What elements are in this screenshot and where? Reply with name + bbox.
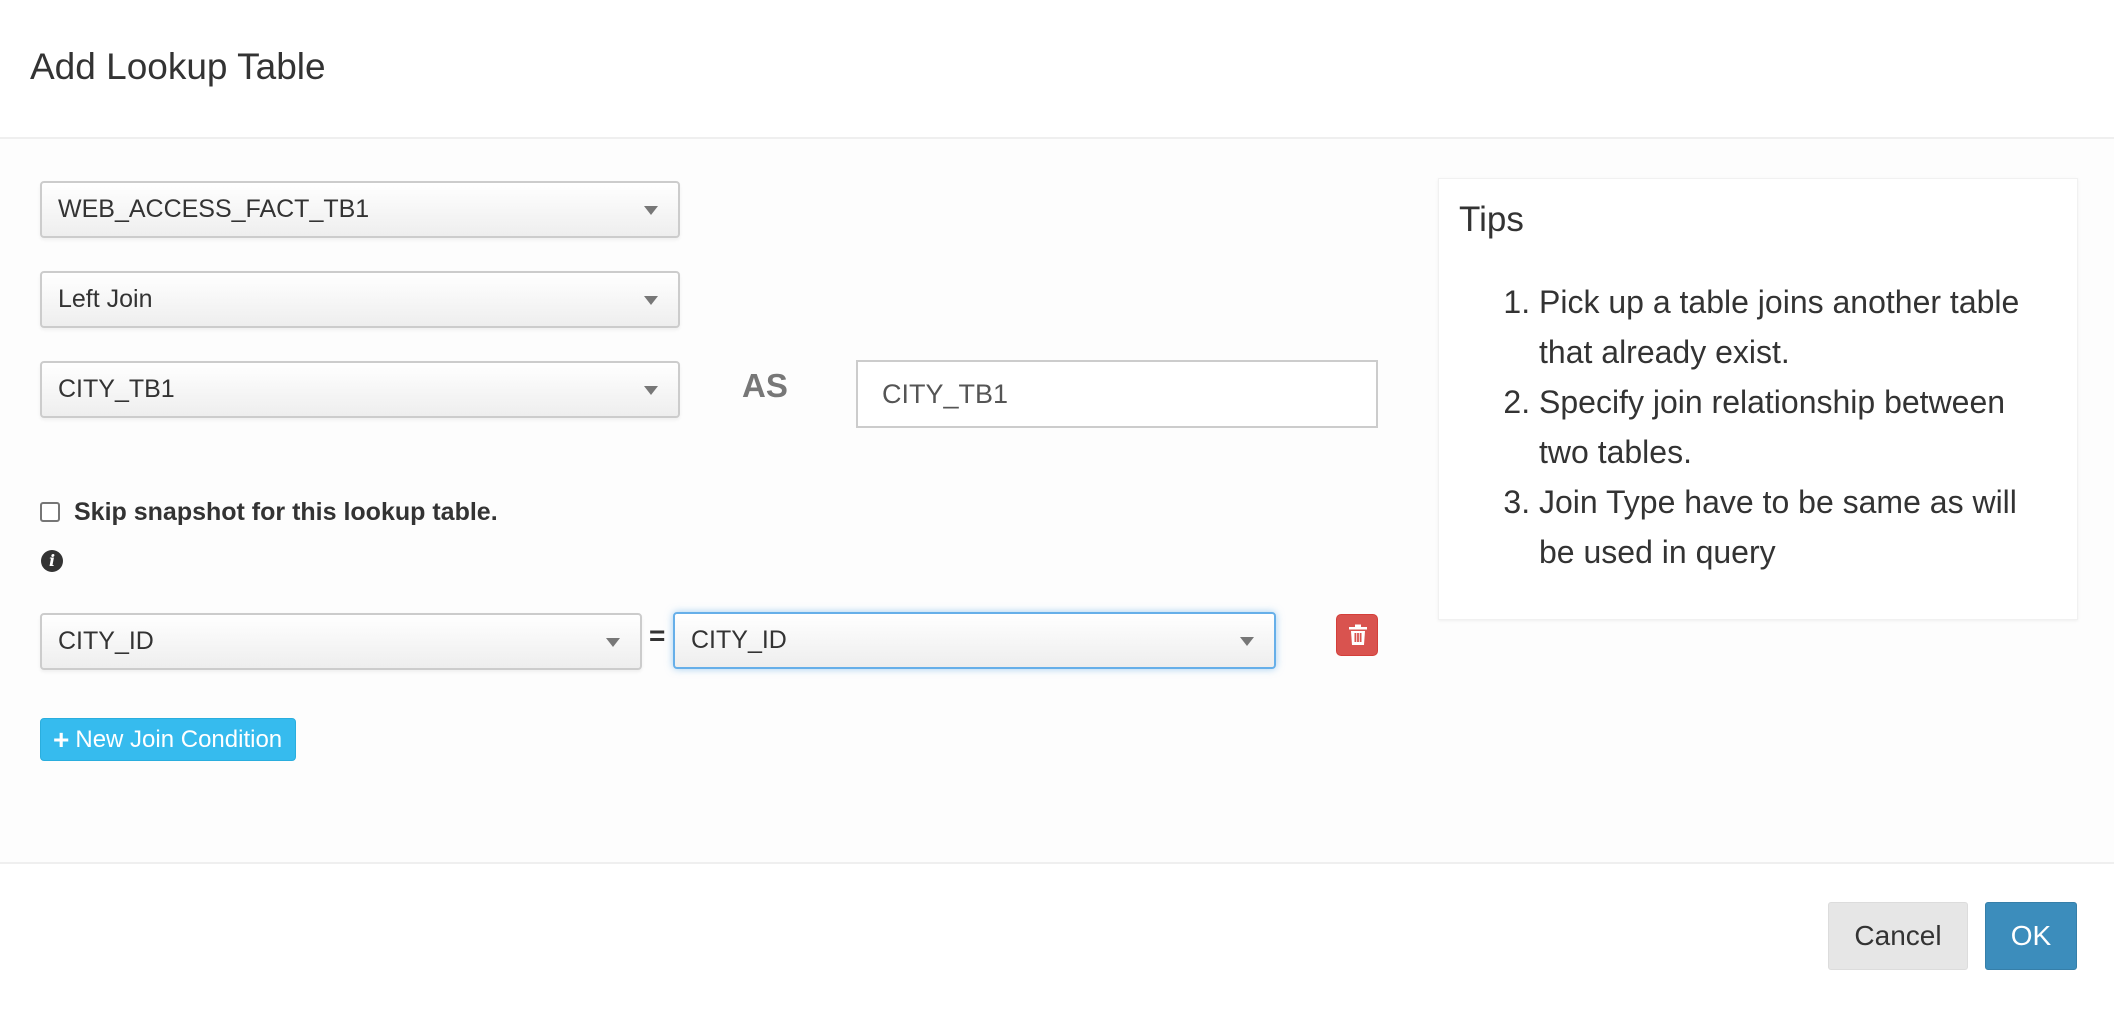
tip-item: Join Type have to be same as will be use… — [1539, 477, 2039, 577]
ok-button[interactable]: OK — [1985, 902, 2077, 970]
tip-item: Specify join relationship between two ta… — [1539, 377, 2039, 477]
dialog-footer — [0, 862, 2114, 1010]
skip-snapshot-row: Skip snapshot for this lookup table. — [40, 494, 498, 530]
delete-join-condition-button[interactable] — [1336, 614, 1378, 656]
dropdown-arrow-icon — [644, 296, 658, 305]
join-equals-operator: = — [649, 620, 666, 651]
tips-panel: Tips Pick up a table joins another table… — [1438, 178, 2078, 620]
join-left-column-select[interactable]: CITY_ID — [40, 613, 642, 670]
join-left-column-value: CITY_ID — [58, 627, 154, 655]
dropdown-arrow-icon — [1240, 637, 1254, 646]
trash-icon — [1349, 624, 1367, 645]
lookup-table-select[interactable]: CITY_TB1 — [40, 361, 680, 418]
tips-title: Tips — [1459, 200, 1524, 239]
fact-table-select[interactable]: WEB_ACCESS_FACT_TB1 — [40, 181, 680, 238]
join-type-value: Left Join — [58, 285, 153, 313]
plus-icon: + — [53, 723, 70, 755]
info-circle-icon[interactable]: i — [41, 550, 63, 572]
join-right-column-select[interactable]: CITY_ID — [673, 612, 1276, 669]
fact-table-value: WEB_ACCESS_FACT_TB1 — [58, 195, 370, 223]
skip-snapshot-checkbox[interactable] — [40, 502, 60, 522]
dropdown-arrow-icon — [606, 638, 620, 647]
tip-item: Pick up a table joins another table that… — [1539, 277, 2039, 377]
as-label: AS — [742, 367, 788, 404]
dialog-header: Add Lookup Table — [0, 0, 2114, 139]
tips-list: Pick up a table joins another table that… — [1439, 277, 2039, 577]
cancel-button[interactable]: Cancel — [1828, 902, 1968, 970]
new-join-condition-button[interactable]: + New Join Condition — [40, 718, 296, 761]
add-lookup-table-dialog: Add Lookup Table WEB_ACCESS_FACT_TB1 Lef… — [0, 0, 2114, 1010]
new-join-condition-label: New Join Condition — [75, 725, 283, 753]
join-right-column-value: CITY_ID — [691, 626, 787, 654]
join-type-select[interactable]: Left Join — [40, 271, 680, 328]
dropdown-arrow-icon — [644, 206, 658, 215]
dropdown-arrow-icon — [644, 386, 658, 395]
dialog-title: Add Lookup Table — [30, 46, 326, 87]
lookup-table-value: CITY_TB1 — [58, 375, 175, 403]
alias-input[interactable] — [856, 360, 1378, 428]
skip-snapshot-label: Skip snapshot for this lookup table. — [74, 497, 498, 526]
